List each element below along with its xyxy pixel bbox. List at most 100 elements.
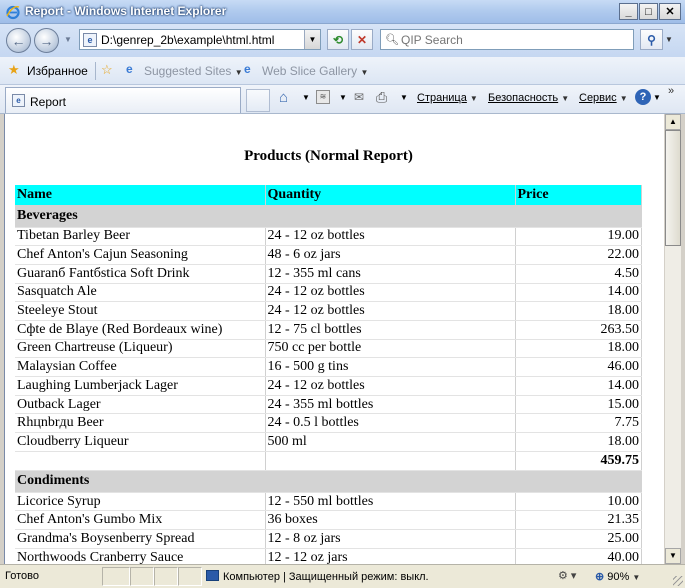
group-name: Beverages: [15, 205, 642, 228]
recent-pages-dropdown-icon[interactable]: ▼: [64, 35, 72, 44]
product-name-cell: Steeleye Stout: [15, 301, 266, 321]
empty-cell: [265, 451, 516, 471]
command-bar: e Report ⌂ ▼ ≋ ▼ ✉ ⎙ ▼ Страница ▼ Безопа…: [0, 85, 685, 114]
safety-menu[interactable]: Безопасность ▼: [488, 92, 569, 104]
search-button[interactable]: ⚲: [640, 29, 663, 50]
page-menu[interactable]: Страница ▼: [417, 92, 478, 104]
resize-grip[interactable]: [673, 576, 683, 586]
security-zone-label: Компьютер | Защищенный режим: выкл.: [223, 571, 429, 583]
favorites-star-icon: ★: [8, 62, 20, 77]
home-dropdown-icon[interactable]: ▼: [302, 93, 310, 102]
suggested-sites-link[interactable]: Suggested Sites ▼: [144, 64, 243, 78]
feeds-icon[interactable]: ≋: [316, 90, 330, 104]
search-box[interactable]: 🔍︎: [380, 29, 634, 50]
quantity-cell: 12 - 12 oz jars: [265, 548, 516, 564]
table-row: Malaysian Coffee 16 - 500 g tins 46.00: [15, 357, 642, 377]
search-provider-icon: 🔍︎: [385, 34, 399, 46]
chevron-down-icon: ▼: [619, 94, 628, 103]
table-row: Licorice Syrup 12 - 550 ml bottles 10.00: [15, 492, 642, 512]
quantity-cell: 12 - 355 ml cans: [265, 264, 516, 284]
minimize-button[interactable]: _: [619, 3, 638, 20]
web-slice-gallery-link[interactable]: Web Slice Gallery ▼: [262, 64, 368, 78]
quantity-cell: 500 ml: [265, 432, 516, 452]
search-icon: ⚲: [647, 32, 656, 47]
ie-page-icon: e: [126, 62, 133, 76]
table-row: Guaranб Fantбstica Soft Drink 12 - 355 ml…: [15, 264, 642, 284]
chevron-down-icon: ▼: [561, 94, 570, 103]
product-name-cell: Cфte de Blaye (Red Bordeaux wine): [15, 320, 266, 340]
product-name-cell: Rhцnbrдu Beer: [15, 413, 266, 434]
address-dropdown-icon[interactable]: ▼: [304, 30, 320, 49]
chevron-down-icon: ▼: [234, 68, 243, 77]
price-cell: 14.00: [515, 283, 642, 303]
product-name-cell: Tibetan Barley Beer: [15, 227, 266, 247]
table-header-row: Name Quantity Price: [15, 185, 642, 205]
price-cell: 263.50: [515, 320, 642, 340]
security-zone[interactable]: Компьютер | Защищенный режим: выкл.: [206, 570, 429, 583]
status-panel: [130, 567, 154, 586]
page-icon: e: [83, 33, 97, 47]
favorites-button[interactable]: Избранное: [27, 64, 88, 78]
safety-menu-label: Безопасность: [488, 92, 559, 104]
report-title: Products (Normal Report): [244, 148, 413, 164]
chevron-down-icon: ▼: [632, 573, 641, 582]
chevron-down-icon: ▼: [360, 68, 369, 77]
print-icon[interactable]: ⎙: [376, 89, 387, 106]
price-cell: 15.00: [515, 395, 642, 415]
add-to-favorites-bar-icon[interactable]: ☆: [101, 62, 113, 78]
forward-button[interactable]: →: [34, 28, 59, 53]
favorites-bar: ★ Избранное ☆ e Suggested Sites ▼ e Web …: [0, 57, 685, 85]
price-cell: 19.00: [515, 227, 642, 247]
vertical-scrollbar[interactable]: ▲ ▼: [664, 114, 681, 564]
quantity-cell: 12 - 75 cl bottles: [265, 320, 516, 340]
quantity-cell: 24 - 0.5 l bottles: [265, 413, 516, 434]
back-button[interactable]: ←: [6, 28, 31, 53]
zoom-level[interactable]: ⊕ 90% ▼: [595, 570, 640, 583]
window-title: Report - Windows Internet Explorer: [25, 4, 227, 18]
address-url[interactable]: D:\genrep_2b\example\html.html: [101, 33, 274, 47]
quantity-cell: 24 - 12 oz bottles: [265, 227, 516, 247]
more-commands-icon[interactable]: »: [668, 85, 674, 97]
stop-button[interactable]: ✕: [351, 29, 373, 50]
zoom-label: 90%: [607, 571, 630, 583]
refresh-icon: ⟲: [332, 32, 344, 47]
protected-mode-icon[interactable]: ⚙ ▾: [558, 569, 576, 582]
price-cell: 18.00: [515, 432, 642, 452]
maximize-button[interactable]: □: [639, 3, 658, 20]
search-input[interactable]: [401, 32, 627, 47]
scroll-up-button[interactable]: ▲: [665, 114, 681, 130]
product-name-cell: Northwoods Cranberry Sauce: [15, 548, 266, 564]
quantity-cell: 12 - 8 oz jars: [265, 529, 516, 549]
quantity-cell: 12 - 550 ml bottles: [265, 492, 516, 512]
product-name-cell: Malaysian Coffee: [15, 357, 266, 377]
help-dropdown-icon[interactable]: ▼: [653, 93, 661, 102]
back-arrow-icon: ←: [11, 32, 26, 49]
price-cell: 22.00: [515, 245, 642, 265]
new-tab-button[interactable]: [246, 89, 270, 112]
mail-icon[interactable]: ✉: [354, 90, 364, 104]
quantity-cell: 24 - 12 oz bottles: [265, 376, 516, 396]
print-dropdown-icon[interactable]: ▼: [400, 93, 408, 102]
table-row: Sasquatch Ale 24 - 12 oz bottles 14.00: [15, 283, 642, 303]
tab-report[interactable]: e Report: [5, 87, 241, 113]
product-name-cell: Licorice Syrup: [15, 492, 266, 512]
price-cell: 7.75: [515, 413, 642, 434]
tools-menu[interactable]: Сервис ▼: [579, 92, 628, 104]
price-cell: 4.50: [515, 264, 642, 284]
search-options-dropdown-icon[interactable]: ▼: [665, 35, 673, 44]
help-icon[interactable]: ?: [635, 89, 651, 105]
feeds-dropdown-icon[interactable]: ▼: [339, 93, 347, 102]
computer-zone-icon: [206, 570, 219, 581]
refresh-button[interactable]: ⟲: [327, 29, 349, 50]
group-name: Condiments: [15, 470, 642, 493]
chevron-down-icon: ▼: [469, 94, 478, 103]
product-name-cell: Guaranб Fantбstica Soft Drink: [15, 264, 266, 284]
address-bar[interactable]: e D:\genrep_2b\example\html.html ▼: [79, 29, 321, 50]
web-slice-gallery-label: Web Slice Gallery: [262, 64, 358, 78]
table-row: Northwoods Cranberry Sauce 12 - 12 oz jar…: [15, 548, 642, 564]
close-button[interactable]: ✕: [659, 3, 681, 20]
scroll-down-button[interactable]: ▼: [665, 548, 681, 564]
scroll-thumb[interactable]: [665, 130, 681, 246]
home-icon[interactable]: ⌂: [279, 89, 288, 106]
tools-menu-label: Сервис: [579, 92, 617, 104]
